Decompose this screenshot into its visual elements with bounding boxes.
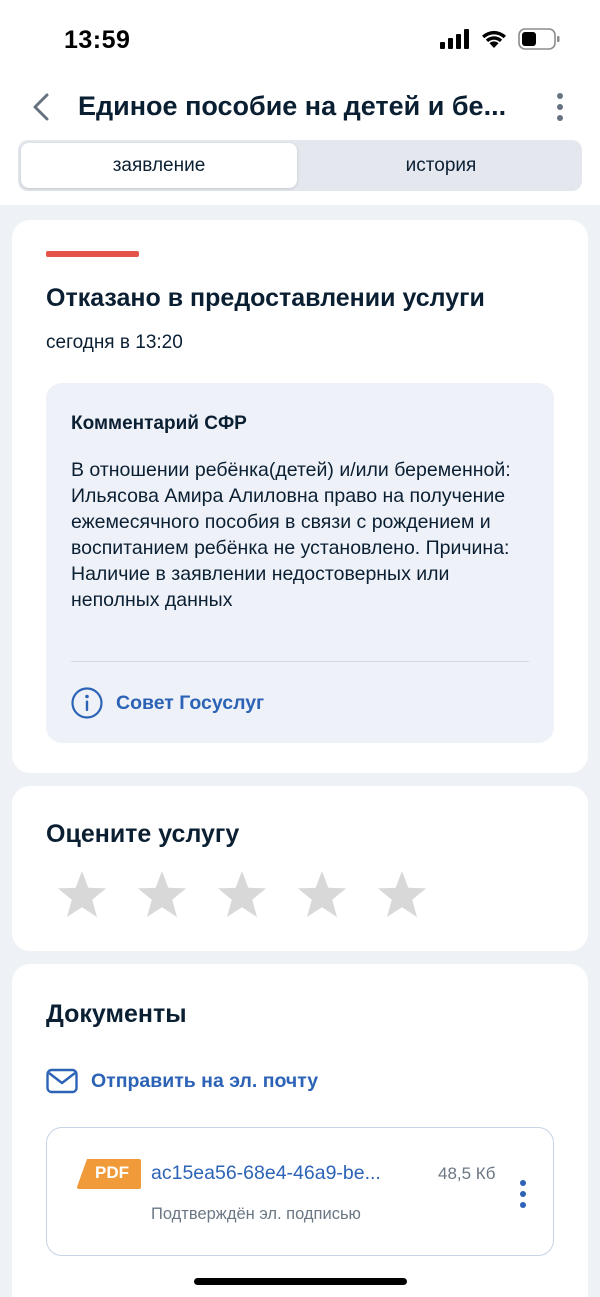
wifi-icon xyxy=(482,30,506,48)
tab-application[interactable]: заявление xyxy=(21,143,297,188)
send-email-label: Отправить на эл. почту xyxy=(91,1069,319,1092)
document-name[interactable]: ac15ea56-68e4-46a9-be... xyxy=(151,1162,425,1185)
divider xyxy=(71,661,529,662)
document-size: 48,5 Кб xyxy=(438,1164,496,1183)
send-email-link[interactable]: Отправить на эл. почту xyxy=(46,1068,318,1094)
status-bar: 13:59 xyxy=(0,0,600,80)
tab-switcher: заявление история xyxy=(18,140,582,191)
star-icon-4[interactable] xyxy=(296,869,348,921)
star-icon-5[interactable] xyxy=(376,869,428,921)
star-icon-1[interactable] xyxy=(56,869,108,921)
comment-box: Комментарий СФР В отношении ребёнка(дете… xyxy=(46,383,554,743)
document-more-icon[interactable] xyxy=(513,1177,533,1211)
tip-link-label: Совет Госуслуг xyxy=(116,691,265,714)
home-indicator[interactable] xyxy=(194,1278,407,1285)
star-icon-2[interactable] xyxy=(136,869,188,921)
info-icon xyxy=(71,687,103,719)
envelope-icon xyxy=(46,1068,78,1094)
status-card: Отказано в предоставлении услуги сегодня… xyxy=(12,220,588,773)
gosuslugi-tip-link[interactable]: Совет Госуслуг xyxy=(70,686,264,720)
document-signature-status: Подтверждён эл. подписью xyxy=(151,1205,361,1223)
tab-history[interactable]: история xyxy=(303,143,579,188)
star-icon-3[interactable] xyxy=(216,869,268,921)
battery-icon xyxy=(518,28,560,50)
pdf-badge-label: PDF xyxy=(95,1163,129,1182)
status-indicator-bar xyxy=(46,251,139,257)
status-title: Отказано в предоставлении услуги xyxy=(46,284,485,312)
navigation-bar: Единое пособие на детей и бе... xyxy=(0,80,600,135)
signal-icon xyxy=(440,29,469,49)
rating-title: Оцените услугу xyxy=(46,820,240,848)
back-chevron-icon[interactable] xyxy=(26,90,56,124)
documents-title: Документы xyxy=(46,1000,187,1028)
rating-stars xyxy=(56,869,428,921)
comment-title: Комментарий СФР xyxy=(71,413,247,434)
status-date: сегодня в 13:20 xyxy=(46,332,183,353)
rating-card: Оцените услугу xyxy=(12,786,588,951)
comment-text: В отношении ребёнка(детей) и/или беремен… xyxy=(71,459,511,611)
page-title: Единое пособие на детей и бе... xyxy=(78,91,507,121)
more-vertical-icon[interactable] xyxy=(548,90,572,124)
documents-card: Документы Отправить на эл. почту PDF ac1… xyxy=(12,964,588,1297)
document-item[interactable]: PDF ac15ea56-68e4-46a9-be... 48,5 Кб Под… xyxy=(46,1127,554,1256)
status-icons xyxy=(440,28,560,50)
status-time: 13:59 xyxy=(64,26,131,54)
